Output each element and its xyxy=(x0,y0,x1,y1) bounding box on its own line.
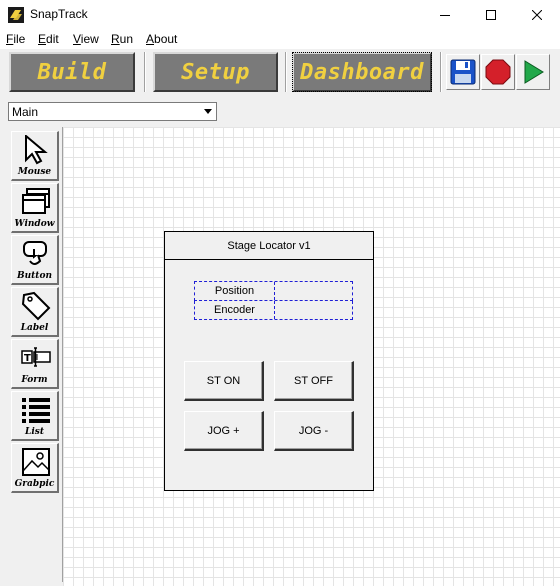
title-bar: SnapTrack xyxy=(0,0,560,30)
palette-button[interactable]: Button xyxy=(11,235,59,285)
palette-window-label: Window xyxy=(14,219,55,229)
close-button[interactable] xyxy=(514,0,560,30)
palette-window[interactable]: Window xyxy=(11,183,59,233)
menu-about[interactable]: About xyxy=(146,32,177,46)
stop-button[interactable] xyxy=(481,54,515,90)
palette-grabpic-label: Grabpic xyxy=(14,479,55,489)
tag-icon xyxy=(21,291,51,321)
encoder-field[interactable]: Encoder xyxy=(194,301,353,320)
save-button[interactable] xyxy=(446,54,480,90)
jog-minus-button[interactable]: JOG - xyxy=(274,411,354,451)
palette-list[interactable]: List xyxy=(11,391,59,441)
menu-view[interactable]: View xyxy=(73,32,99,46)
close-icon xyxy=(532,10,542,20)
maximize-icon xyxy=(486,10,496,20)
designed-window[interactable]: Stage Locator v1 Position Encoder ST ON … xyxy=(164,231,374,491)
build-mode-button[interactable]: Build xyxy=(9,52,135,92)
setup-mode-label: Setup xyxy=(181,59,250,85)
palette-button-label: Button xyxy=(16,271,52,281)
jog-plus-button[interactable]: JOG + xyxy=(184,411,264,451)
form-select-value: Main xyxy=(12,105,39,119)
menu-bar: File Edit View Run About xyxy=(0,30,560,49)
palette-form-label: Form xyxy=(21,375,48,385)
st-on-button[interactable]: ST ON xyxy=(184,361,264,401)
svg-text:T: T xyxy=(24,353,31,364)
palette-list-label: List xyxy=(25,427,44,437)
toolbar-separator xyxy=(144,52,146,92)
play-icon xyxy=(524,60,544,84)
widget-palette: Mouse Window Button Label T Form List Gr… xyxy=(8,127,63,582)
list-icon xyxy=(22,398,50,423)
position-label: Position xyxy=(195,282,275,300)
window-title: SnapTrack xyxy=(30,7,88,21)
setup-mode-button[interactable]: Setup xyxy=(153,52,278,92)
window-icon xyxy=(22,188,50,214)
encoder-value[interactable] xyxy=(276,301,352,319)
position-field[interactable]: Position xyxy=(194,281,353,301)
palette-label[interactable]: Label xyxy=(11,287,59,337)
menu-edit[interactable]: Edit xyxy=(38,32,59,46)
palette-grabpic[interactable]: Grabpic xyxy=(11,443,59,493)
menu-file[interactable]: File xyxy=(6,32,25,46)
dashboard-mode-label: Dashboard xyxy=(300,59,424,85)
build-mode-label: Build xyxy=(37,59,107,85)
dashboard-mode-button[interactable]: Dashboard xyxy=(292,52,432,92)
toolbar-separator xyxy=(285,52,287,92)
st-off-button[interactable]: ST OFF xyxy=(274,361,354,401)
stop-icon xyxy=(485,59,511,85)
cursor-icon xyxy=(25,135,48,165)
minimize-button[interactable] xyxy=(422,0,468,30)
save-icon xyxy=(450,59,476,85)
position-value[interactable] xyxy=(276,282,352,300)
toolbar-separator xyxy=(440,52,442,92)
button-icon xyxy=(23,241,47,265)
maximize-button[interactable] xyxy=(468,0,514,30)
form-select[interactable]: Main xyxy=(8,102,217,121)
palette-label-label: Label xyxy=(20,323,49,333)
run-button[interactable] xyxy=(516,54,550,90)
palette-mouse[interactable]: Mouse xyxy=(11,131,59,181)
app-icon xyxy=(8,7,24,23)
chevron-down-icon[interactable] xyxy=(199,103,216,120)
encoder-label: Encoder xyxy=(195,301,275,319)
image-icon xyxy=(22,448,50,476)
palette-form[interactable]: T Form xyxy=(11,339,59,389)
minimize-icon xyxy=(440,15,450,16)
palette-mouse-label: Mouse xyxy=(17,167,52,177)
textbox-icon: T xyxy=(21,347,51,367)
toolbar: Build Setup Dashboard xyxy=(0,49,560,97)
menu-run[interactable]: Run xyxy=(111,32,133,46)
designed-window-title: Stage Locator v1 xyxy=(165,232,373,260)
